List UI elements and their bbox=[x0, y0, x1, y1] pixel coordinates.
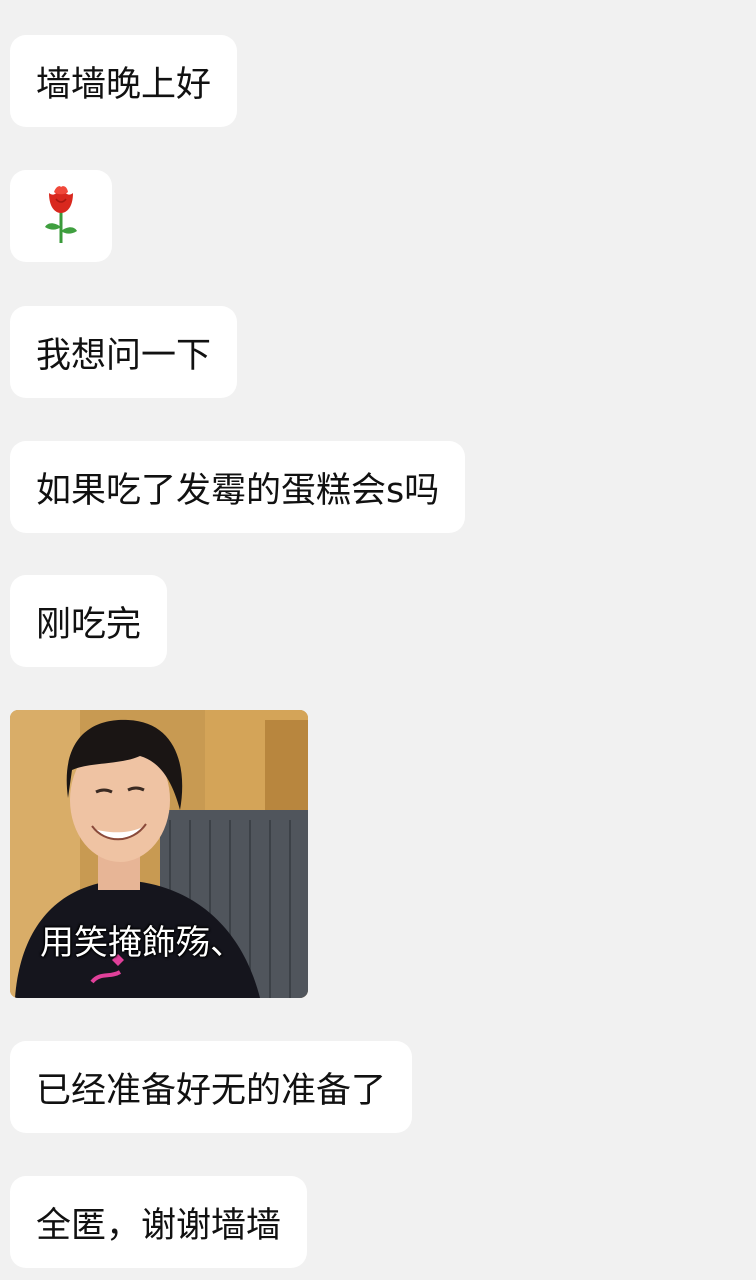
rose-icon bbox=[41, 183, 81, 249]
message-text: 刚吃完 bbox=[36, 604, 142, 645]
message-text: 墙墙晚上好 bbox=[36, 64, 212, 105]
message-bubble[interactable]: 墙墙晚上好 bbox=[10, 35, 238, 127]
sticker-caption: 用笑掩飾殇、 bbox=[40, 923, 244, 963]
message-bubble[interactable]: 我想问一下 bbox=[10, 306, 238, 398]
message-bubble[interactable]: 刚吃完 bbox=[10, 575, 168, 667]
message-text: 全匿，谢谢墙墙 bbox=[36, 1205, 282, 1246]
emoji-message-bubble[interactable] bbox=[10, 170, 112, 262]
message-text: 我想问一下 bbox=[36, 335, 212, 376]
message-bubble[interactable]: 全匿，谢谢墙墙 bbox=[10, 1176, 308, 1268]
message-bubble[interactable]: 已经准备好无的准备了 bbox=[10, 1041, 413, 1133]
sticker-image-message[interactable]: 用笑掩飾殇、 bbox=[10, 710, 308, 998]
message-text: 已经准备好无的准备了 bbox=[36, 1070, 387, 1111]
message-bubble[interactable]: 如果吃了发霉的蛋糕会s吗 bbox=[10, 441, 466, 533]
message-text: 如果吃了发霉的蛋糕会s吗 bbox=[36, 470, 440, 511]
